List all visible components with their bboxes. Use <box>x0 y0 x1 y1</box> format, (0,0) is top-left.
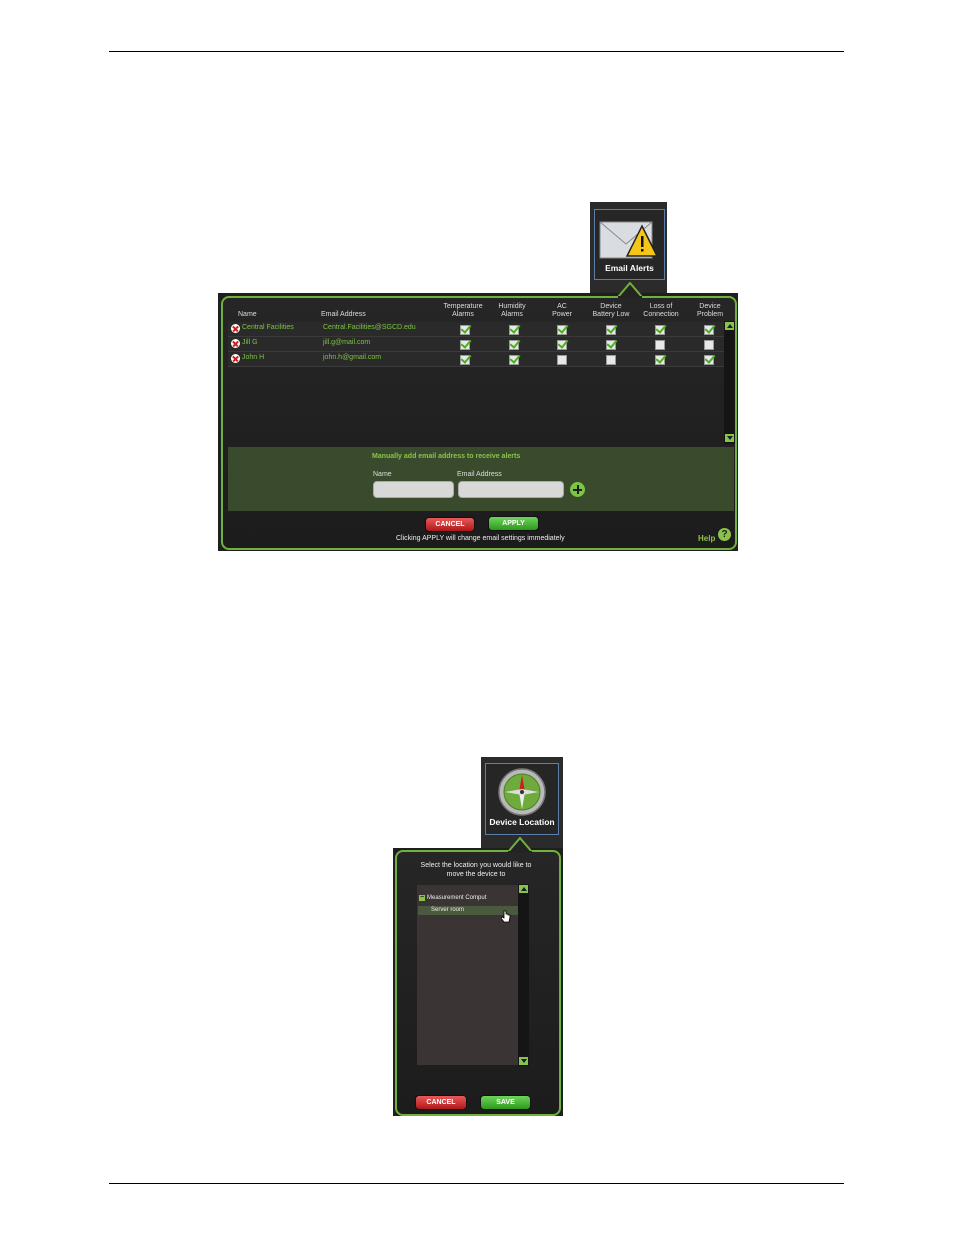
column-header-device-problem: Device Problem <box>688 303 732 319</box>
checkbox-device-battery-low[interactable] <box>606 340 616 350</box>
name-input[interactable] <box>373 481 454 498</box>
add-recipient-plus-icon[interactable] <box>570 482 585 497</box>
email-field-label: Email Address <box>457 471 502 478</box>
email-alerts-tile[interactable]: Email Alerts <box>594 209 665 280</box>
email-input[interactable] <box>458 481 564 498</box>
column-header-text: Alarms <box>452 311 474 318</box>
checkbox-device-problem[interactable] <box>704 355 714 365</box>
column-header-email: Email Address <box>321 311 366 318</box>
checkbox-device-problem[interactable] <box>704 340 714 350</box>
checkbox-temperature-alarms[interactable] <box>460 355 470 365</box>
checkbox-ac-power[interactable] <box>557 355 567 365</box>
table-row[interactable]: Jill G jill.g@mail.com <box>228 337 724 352</box>
checkbox-temperature-alarms[interactable] <box>460 325 470 335</box>
device-location-callout-notch <box>508 837 532 853</box>
column-header-temperature-alarms: Temperature Alarms <box>438 303 488 319</box>
delete-icon[interactable] <box>231 354 240 363</box>
save-button[interactable]: SAVE <box>480 1095 531 1110</box>
column-header-text: Device <box>600 303 622 310</box>
column-header-text: Temperature <box>443 303 483 310</box>
checkbox-loss-of-connection[interactable] <box>655 355 665 365</box>
column-header-text: AC <box>557 303 567 310</box>
column-header-text: Device <box>699 303 721 310</box>
footer-rule <box>109 1183 844 1184</box>
table-row[interactable]: Central Facilities Central.Facilities@SG… <box>228 322 724 337</box>
tree-child-label: Server room <box>431 907 465 913</box>
email-alerts-callout-notch <box>618 282 642 298</box>
help-link[interactable]: Help <box>698 534 715 543</box>
scroll-down-arrow-icon[interactable] <box>725 434 734 442</box>
location-prompt: Select the location you would like to mo… <box>420 862 532 878</box>
checkbox-ac-power[interactable] <box>557 340 567 350</box>
checkbox-device-battery-low[interactable] <box>606 325 616 335</box>
recipient-name: Jill G <box>242 339 258 346</box>
add-section-title: Manually add email address to receive al… <box>372 453 521 460</box>
delete-icon[interactable] <box>231 339 240 348</box>
checkbox-device-problem[interactable] <box>704 325 714 335</box>
column-header-text: Connection <box>643 311 679 318</box>
compass-icon <box>498 768 546 816</box>
apply-note: Clicking APPLY will change email setting… <box>396 535 565 542</box>
recipient-email: Central.Facilities@SGCD.edu <box>323 324 416 331</box>
column-header-ac-power: AC Power <box>540 303 584 319</box>
checkbox-loss-of-connection[interactable] <box>655 340 665 350</box>
column-header-name: Name <box>238 311 257 318</box>
name-field-label: Name <box>373 471 392 478</box>
email-warning-icon <box>599 221 659 259</box>
column-header-text: Alarms <box>501 311 523 318</box>
column-header-loss-of-connection: Loss of Connection <box>636 303 686 319</box>
column-header-humidity-alarms: Humidity Alarms <box>488 303 536 319</box>
cancel-button[interactable]: CANCEL <box>415 1095 467 1110</box>
tree-collapse-icon[interactable]: − <box>419 894 425 901</box>
checkbox-temperature-alarms[interactable] <box>460 340 470 350</box>
checkbox-ac-power[interactable] <box>557 325 567 335</box>
header-rule <box>109 51 844 52</box>
checkbox-humidity-alarms[interactable] <box>509 340 519 350</box>
cancel-button[interactable]: CANCEL <box>425 517 475 532</box>
column-header-device-battery-low: Device Battery Low <box>585 303 637 319</box>
recipient-name: John H <box>242 354 265 361</box>
apply-button[interactable]: APPLY <box>488 516 539 531</box>
device-location-tile-label: Device Location <box>489 817 555 827</box>
checkbox-humidity-alarms[interactable] <box>509 355 519 365</box>
column-header-text: Humidity <box>498 303 526 310</box>
checkbox-loss-of-connection[interactable] <box>655 325 665 335</box>
column-header-text: Problem <box>696 311 724 318</box>
recipient-name: Central Facilities <box>242 324 294 331</box>
checkbox-device-battery-low[interactable] <box>606 355 616 365</box>
recipients-scrollbar[interactable] <box>724 321 735 444</box>
device-location-tile[interactable]: Device Location <box>485 763 559 835</box>
hand-cursor-icon <box>501 910 511 923</box>
recipient-email: john.h@gmail.com <box>323 354 382 361</box>
checkbox-humidity-alarms[interactable] <box>509 325 519 335</box>
column-header-text: Loss of <box>649 303 673 310</box>
scroll-up-arrow-icon[interactable] <box>519 885 528 893</box>
scroll-down-arrow-icon[interactable] <box>519 1057 528 1065</box>
help-icon[interactable]: ? <box>718 528 731 541</box>
email-alerts-tile-label: Email Alerts <box>605 263 654 273</box>
scroll-up-arrow-icon[interactable] <box>725 322 734 330</box>
table-row[interactable]: John H john.h@gmail.com <box>228 352 724 367</box>
delete-icon[interactable] <box>231 324 240 333</box>
location-scrollbar[interactable] <box>518 884 529 1066</box>
tree-root-item[interactable]: Measurement Comput <box>427 895 486 901</box>
column-header-text: Power <box>552 311 572 318</box>
recipient-email: jill.g@mail.com <box>323 339 371 346</box>
column-header-text: Battery Low <box>592 311 630 318</box>
